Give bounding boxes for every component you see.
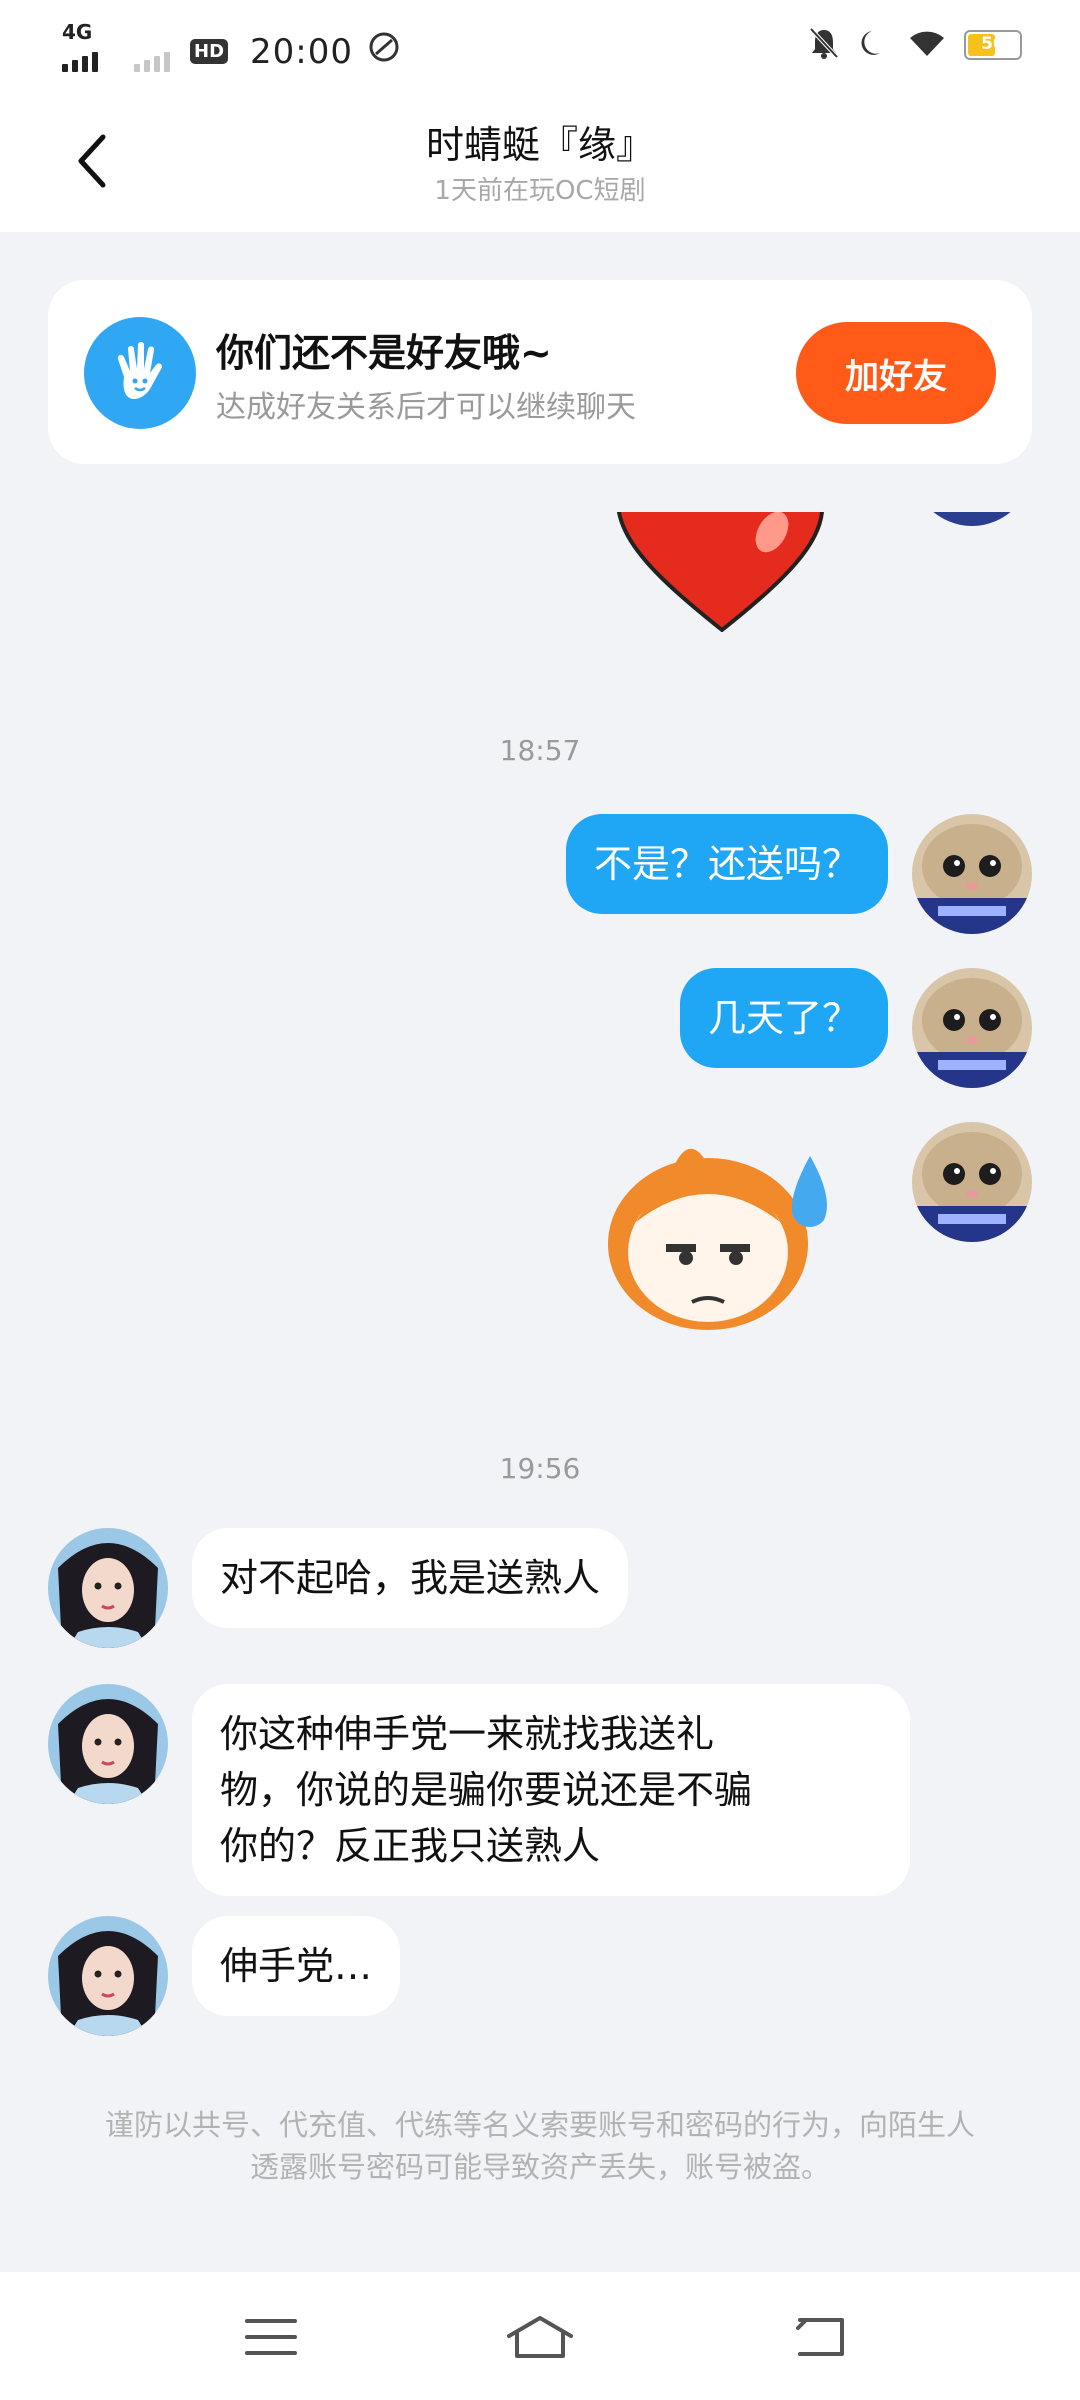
incoming-message-bubble[interactable]: 你这种伸手党一来就找我送礼 物，你说的是骗你要说还是不骗 你的？反正我只送熟人 <box>192 1684 910 1896</box>
message-timestamp: 19:56 <box>499 1452 581 1485</box>
home-icon <box>507 2316 573 2358</box>
recent-apps-button[interactable] <box>236 2302 306 2372</box>
safety-notice: 谨防以共号、代充值、代练等名义索要账号和密码的行为，向陌生人透露账号密码可能导致… <box>104 2108 975 2184</box>
system-nav-bar <box>0 2272 1080 2400</box>
own-avatar-partial[interactable] <box>912 512 1032 526</box>
sweat-face-sticker[interactable] <box>596 1126 856 1346</box>
not-friends-title: 你们还不是好友哦~ <box>216 331 552 375</box>
own-avatar[interactable] <box>912 814 1032 934</box>
outgoing-message-bubble[interactable]: 几天了？ <box>679 968 888 1068</box>
contact-avatar[interactable] <box>48 1916 168 2036</box>
return-arrow-icon <box>796 2318 844 2356</box>
message-line: 物，你说的是骗你要说还是不骗 <box>220 1768 753 1812</box>
message-timestamp: 18:57 <box>499 734 581 767</box>
battery-level: 50 <box>981 34 1005 54</box>
signal-icon <box>62 46 98 72</box>
not-friends-subtitle: 达成好友关系后才可以继续聊天 <box>216 390 636 425</box>
chat-header: 时蜻蜓『缘』 1天前在玩OC短剧 <box>0 86 1080 232</box>
mute-bell-icon <box>808 26 840 64</box>
chat-title[interactable]: 时蜻蜓『缘』 <box>0 114 1080 169</box>
contact-avatar[interactable] <box>48 1528 168 1648</box>
do-not-disturb-moon-icon <box>858 27 890 63</box>
status-time: 20:00 <box>250 31 353 72</box>
add-friend-button[interactable]: 加好友 <box>796 322 996 424</box>
menu-lines-icon <box>245 2319 297 2355</box>
incoming-message-bubble[interactable]: 对不起哈，我是送熟人 <box>192 1528 629 1628</box>
back-nav-button[interactable] <box>785 2302 855 2372</box>
contact-avatar[interactable] <box>48 1684 168 1804</box>
outgoing-message-bubble[interactable]: 不是？还送吗？ <box>565 814 888 914</box>
battery-icon: 50 <box>964 30 1022 60</box>
message-line: 你的？反正我只送熟人 <box>220 1824 601 1868</box>
hd-badge: HD <box>190 39 229 64</box>
message-line: 你这种伸手党一来就找我送礼 <box>220 1712 715 1756</box>
wave-hand-icon <box>84 317 196 429</box>
not-friends-card: 你们还不是好友哦~ 达成好友关系后才可以继续聊天 加好友 <box>48 280 1032 464</box>
wifi-icon <box>908 28 946 62</box>
own-avatar[interactable] <box>912 1122 1032 1242</box>
heart-sticker[interactable] <box>612 512 832 632</box>
incoming-message-bubble[interactable]: 伸手党… <box>192 1916 401 2016</box>
own-avatar[interactable] <box>912 968 1032 1088</box>
status-bar: 4G HD 20:00 50 <box>0 0 1080 86</box>
home-button[interactable] <box>505 2302 575 2372</box>
app-notification-icon <box>367 30 401 73</box>
chat-subtitle: 1天前在玩OC短剧 <box>434 176 646 206</box>
signal-icon-secondary <box>134 46 170 72</box>
